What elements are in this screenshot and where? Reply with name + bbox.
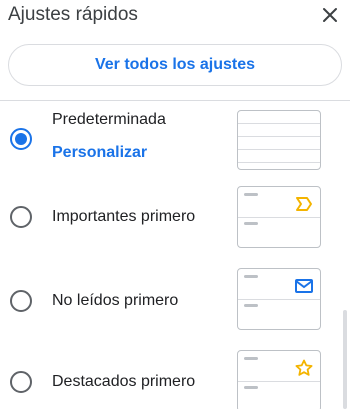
- scrollbar[interactable]: [343, 310, 347, 409]
- customize-link[interactable]: Personalizar: [52, 144, 147, 162]
- inbox-type-default: Predeterminada Personalizar: [0, 106, 335, 176]
- default-preview: [237, 110, 321, 170]
- radio-starred-first[interactable]: [10, 371, 32, 393]
- close-button[interactable]: [318, 3, 342, 27]
- radio-default[interactable]: [10, 128, 32, 150]
- panel-title: Ajustes rápidos: [8, 4, 138, 25]
- important-marker-icon: [294, 195, 314, 213]
- starred-first-preview: [237, 350, 321, 409]
- important-first-preview: [237, 186, 321, 248]
- unread-first-preview: [237, 268, 321, 330]
- option-label-starred-first: Destacados primero: [52, 373, 196, 390]
- close-icon: [318, 3, 342, 27]
- star-icon: [294, 359, 314, 377]
- radio-unread-first[interactable]: [10, 290, 32, 312]
- option-label-unread-first: No leídos primero: [52, 292, 179, 309]
- option-label-default: Predeterminada: [52, 111, 166, 128]
- radio-important-first[interactable]: [10, 206, 32, 228]
- quick-settings-header: Ajustes rápidos Ver todos los ajustes: [0, 0, 350, 100]
- divider: [0, 100, 350, 101]
- mail-icon: [294, 277, 314, 295]
- see-all-settings-button[interactable]: Ver todos los ajustes: [8, 44, 342, 86]
- inbox-type-unread-first: No leídos primero: [0, 268, 335, 338]
- inbox-type-important-first: Importantes primero: [0, 186, 335, 256]
- inbox-type-starred-first: Destacados primero: [0, 350, 335, 409]
- option-label-important-first: Importantes primero: [52, 208, 196, 225]
